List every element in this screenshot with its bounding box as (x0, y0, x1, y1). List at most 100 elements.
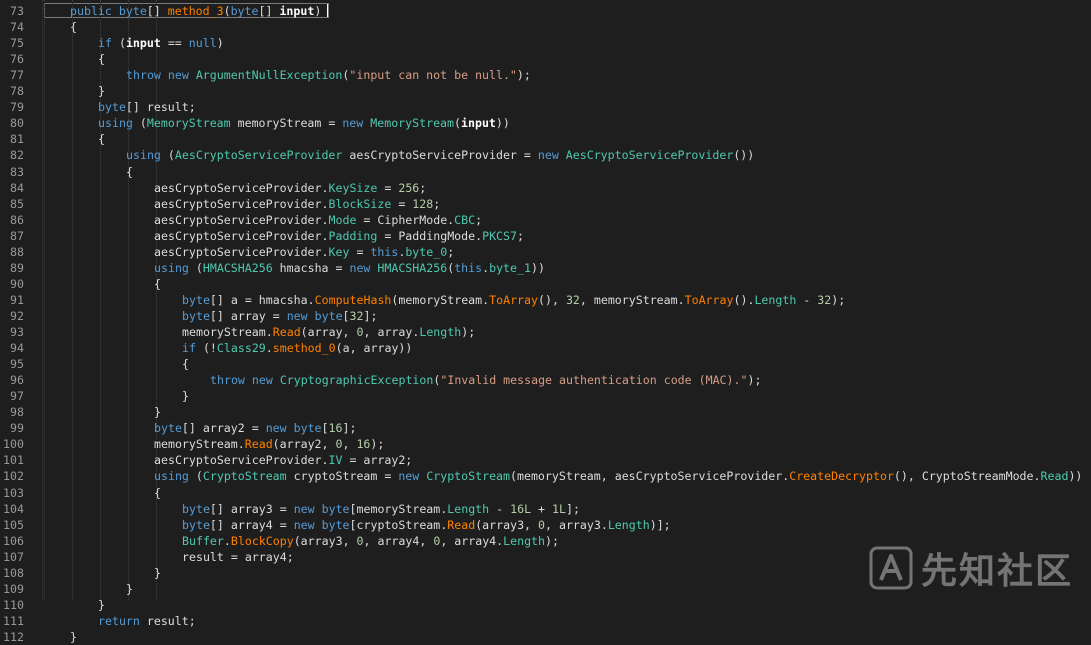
code-text: byte[] array4 = new byte[cryptoStream.Re… (182, 517, 671, 533)
code-token: Read (447, 517, 476, 532)
code-line[interactable]: 77 throw new ArgumentNullException("input… (0, 67, 1091, 83)
code-token: CreateDecryptor (789, 469, 894, 484)
code-line[interactable]: 76 { (0, 51, 1091, 67)
code-text: byte[] a = hmacsha.ComputeHash(memoryStr… (182, 292, 845, 308)
code-line[interactable]: 94 if (!Class29.smethod_0(a, array)) (0, 340, 1091, 356)
code-token: 1L (552, 501, 566, 516)
code-token: { (70, 20, 77, 35)
code-line[interactable]: 73 public byte[] method_3(byte[] input) (0, 3, 1091, 19)
code-text: { (98, 131, 105, 147)
code-text: aesCryptoServiceProvider.IV = array2; (154, 452, 412, 468)
code-line[interactable]: 92 byte[] array = new byte[32]; (0, 308, 1091, 324)
code-token: ( (188, 469, 203, 484)
line-number: 87 (10, 228, 24, 243)
code-text: using (MemoryStream memoryStream = new M… (98, 115, 510, 131)
code-line[interactable]: 79 byte[] result; (0, 99, 1091, 115)
code-token: MemoryStream (146, 116, 231, 131)
code-token: memoryStream = (230, 116, 343, 131)
code-line[interactable]: 101 aesCryptoServiceProvider.IV = array2; (0, 452, 1091, 468)
code-line[interactable]: 96 throw new CryptographicException("Inva… (0, 372, 1091, 388)
code-editor[interactable]: 73 public byte[] method_3(byte[] input) 74… (0, 0, 1091, 644)
code-line[interactable]: 89 using (HMACSHA256 hmacsha = new HMACSH… (0, 260, 1091, 276)
code-line[interactable]: 91 byte[] a = hmacsha.ComputeHash(memoryS… (0, 292, 1091, 308)
code-line[interactable]: 88 aesCryptoServiceProvider.Key = this.by… (0, 244, 1091, 260)
code-line[interactable]: 97} (0, 388, 1091, 404)
code-token: (), (538, 292, 566, 307)
code-token: 0 (356, 325, 364, 339)
code-line[interactable]: 102 using (CryptoStream cryptoStream = ne… (0, 468, 1091, 484)
code-line[interactable]: 93 memoryStream.Read(array, 0, array.Leng… (0, 324, 1091, 340)
code-token: ); (831, 292, 846, 307)
code-token: ]; (565, 501, 580, 516)
code-line[interactable]: 85 aesCryptoServiceProvider.BlockSize = 1… (0, 196, 1091, 212)
code-token: BlockCopy (230, 533, 294, 548)
line-number: 111 (3, 613, 24, 628)
code-token: ]; (342, 421, 357, 436)
code-token: AesCryptoServiceProvider (565, 148, 734, 163)
code-line[interactable]: 90 { (0, 276, 1091, 292)
code-token: ( (132, 116, 147, 131)
code-token: Length (503, 533, 546, 548)
code-token: result; (139, 613, 196, 628)
code-text: } (154, 404, 161, 420)
code-token: throw new (210, 373, 280, 388)
code-token: ToArray (489, 292, 539, 307)
code-line[interactable]: 81 { (0, 131, 1091, 147)
line-number: 109 (3, 581, 24, 596)
code-token: , array4, (363, 533, 434, 548)
line-number: 98 (10, 405, 24, 420)
code-token: } (154, 565, 161, 580)
code-line[interactable]: 80 using (MemoryStream memoryStream = new… (0, 115, 1091, 131)
code-token: HMACSHA256 (202, 260, 273, 275)
code-line[interactable]: 75 if (input == null) (0, 35, 1091, 51)
code-line[interactable]: 104 byte[] array3 = new byte[memoryStream… (0, 501, 1091, 517)
code-token: { (154, 276, 161, 291)
code-line[interactable]: 95 { (0, 356, 1091, 372)
code-token: , array. (363, 325, 420, 339)
code-line[interactable]: 83 { (0, 164, 1091, 180)
code-line[interactable]: 110} (0, 597, 1091, 613)
code-line[interactable]: 87 aesCryptoServiceProvider.Padding = Pad… (0, 228, 1091, 244)
code-text: if (input == null) (98, 35, 224, 51)
code-token: ; (517, 228, 524, 243)
code-line[interactable]: 99 byte[] array2 = new byte[16]; (0, 420, 1091, 436)
code-line[interactable]: 103 { (0, 485, 1091, 501)
code-text: throw new ArgumentNullException("input c… (126, 67, 531, 83)
code-line[interactable]: 98} (0, 404, 1091, 420)
code-token: CryptoStream (426, 469, 511, 484)
code-token: ); (545, 533, 559, 548)
code-text: } (70, 629, 77, 645)
code-token: using (154, 469, 189, 484)
code-line[interactable]: 100 memoryStream.Read(array2, 0, 16); (0, 436, 1091, 452)
code-line[interactable]: 105 byte[] array4 = new byte[cryptoStream… (0, 517, 1091, 533)
code-token: byte (182, 517, 210, 532)
code-token: result = array4; (182, 549, 294, 564)
code-line[interactable]: 74 { (0, 19, 1091, 35)
code-token: if (98, 36, 112, 51)
code-line[interactable]: 112} (0, 629, 1091, 645)
code-token: CryptoStream (202, 469, 287, 484)
code-token: [] array3 = (209, 501, 294, 516)
line-number: 79 (10, 100, 24, 115)
code-token: ) (216, 36, 224, 51)
code-line[interactable]: 78} (0, 83, 1091, 99)
code-text: byte[] result; (98, 99, 196, 115)
code-token: ()) (733, 148, 755, 163)
code-token: 16 (328, 421, 343, 436)
code-token: using (126, 148, 161, 163)
code-token: { (182, 357, 189, 372)
code-token: (memoryStream. (391, 292, 490, 307)
code-line[interactable]: 86 aesCryptoServiceProvider.Mode = Cipher… (0, 212, 1091, 228)
code-token: CryptographicException (279, 373, 434, 388)
code-token: = PaddingMode. (377, 228, 483, 243)
code-line[interactable]: 82 using (AesCryptoServiceProvider aesCry… (0, 147, 1091, 163)
code-token: hmacsha = (272, 260, 350, 275)
code-text: aesCryptoServiceProvider.KeySize = 256; (154, 180, 426, 196)
code-line[interactable]: 111 return result; (0, 613, 1091, 629)
code-text: aesCryptoServiceProvider.Mode = CipherMo… (154, 212, 482, 228)
code-token: ( (188, 260, 203, 275)
code-text: Buffer.BlockCopy(array3, 0, array4, 0, a… (182, 533, 559, 549)
code-line[interactable]: 84 aesCryptoServiceProvider.KeySize = 256… (0, 180, 1091, 196)
line-number: 91 (10, 292, 24, 307)
code-token: using (98, 116, 133, 131)
